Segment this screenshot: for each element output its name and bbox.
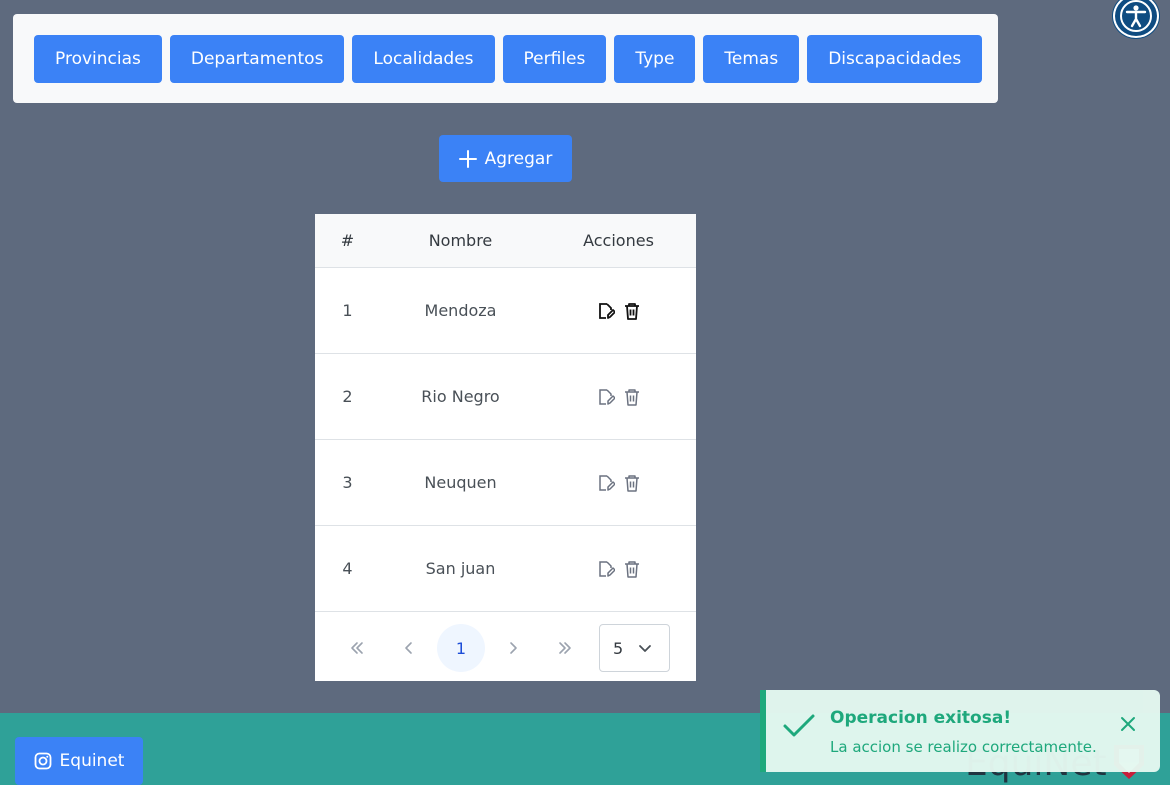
nav-discapacidades-button[interactable]: Discapacidades [807, 34, 983, 83]
nav-provincias-button[interactable]: Provincias [34, 34, 162, 83]
first-page-button[interactable] [331, 624, 383, 672]
plus-icon [458, 149, 477, 168]
instagram-icon [34, 752, 51, 770]
toast-title: Operacion exitosa! [830, 708, 1012, 728]
success-toast: Operacion exitosa! La accion se realizo … [760, 690, 1160, 772]
toast-detail: La accion se realizo correctamente. [830, 738, 1097, 756]
edit-icon[interactable] [597, 560, 615, 578]
edit-icon[interactable] [597, 302, 615, 320]
chevrons-left-icon [351, 642, 363, 654]
check-icon [783, 714, 815, 737]
nav-localidades-button[interactable]: Localidades [352, 34, 495, 83]
nav-type-button[interactable]: Type [614, 34, 696, 83]
row-name: Rio Negro [421, 387, 500, 406]
header-actions: Acciones [583, 231, 654, 250]
table-header: # Nombre Acciones [315, 214, 696, 268]
row-actions [541, 560, 696, 578]
nav-temas-button[interactable]: Temas [703, 34, 800, 83]
close-icon[interactable] [1118, 714, 1138, 734]
row-num: 2 [342, 387, 353, 406]
instagram-button[interactable]: Equinet [15, 737, 143, 785]
row-actions [541, 302, 696, 320]
paginator: 1 5 [315, 612, 696, 684]
row-name: Neuquen [424, 473, 497, 492]
chevron-right-icon [510, 642, 517, 654]
row-name: San juan [425, 559, 496, 578]
rows-per-page-select[interactable]: 5 [599, 624, 670, 672]
header-name[interactable]: Nombre [380, 231, 541, 250]
instagram-label: Equinet [59, 751, 125, 771]
page-button-current[interactable]: 1 [437, 624, 485, 672]
chevron-left-icon [405, 642, 412, 654]
edit-icon[interactable] [597, 474, 615, 492]
header-num[interactable]: # [315, 231, 380, 250]
table-row: 3 Neuquen [315, 440, 696, 526]
row-num: 4 [342, 559, 353, 578]
prev-page-button[interactable] [383, 624, 435, 672]
row-actions [541, 474, 696, 492]
toast-body: Operacion exitosa! La accion se realizo … [766, 690, 1160, 772]
last-page-button[interactable] [539, 624, 591, 672]
table-row: 2 Rio Negro [315, 354, 696, 440]
nav-perfiles-button[interactable]: Perfiles [502, 34, 607, 83]
accessibility-icon [1120, 0, 1152, 32]
add-button[interactable]: Agregar [439, 135, 572, 182]
provincias-table: # Nombre Acciones 1 Mendoza 2 Rio Negro [315, 214, 696, 681]
table-row: 4 San juan [315, 526, 696, 612]
chevrons-right-icon [559, 642, 571, 654]
accessibility-button[interactable] [1113, 0, 1159, 38]
nav-departamentos-button[interactable]: Departamentos [169, 34, 345, 83]
row-actions [541, 388, 696, 406]
trash-icon[interactable] [623, 388, 641, 406]
catalog-nav-bar: Provincias Departamentos Localidades Per… [13, 14, 998, 103]
add-button-label: Agregar [484, 148, 553, 169]
rows-per-page-value: 5 [613, 638, 624, 658]
row-name: Mendoza [424, 301, 497, 320]
table-row: 1 Mendoza [315, 268, 696, 354]
row-num: 3 [342, 473, 353, 492]
next-page-button[interactable] [487, 624, 539, 672]
trash-icon[interactable] [623, 560, 641, 578]
trash-icon[interactable] [623, 474, 641, 492]
row-num: 1 [342, 301, 353, 320]
edit-icon[interactable] [597, 388, 615, 406]
chevron-down-icon [639, 645, 651, 652]
trash-icon[interactable] [623, 302, 641, 320]
